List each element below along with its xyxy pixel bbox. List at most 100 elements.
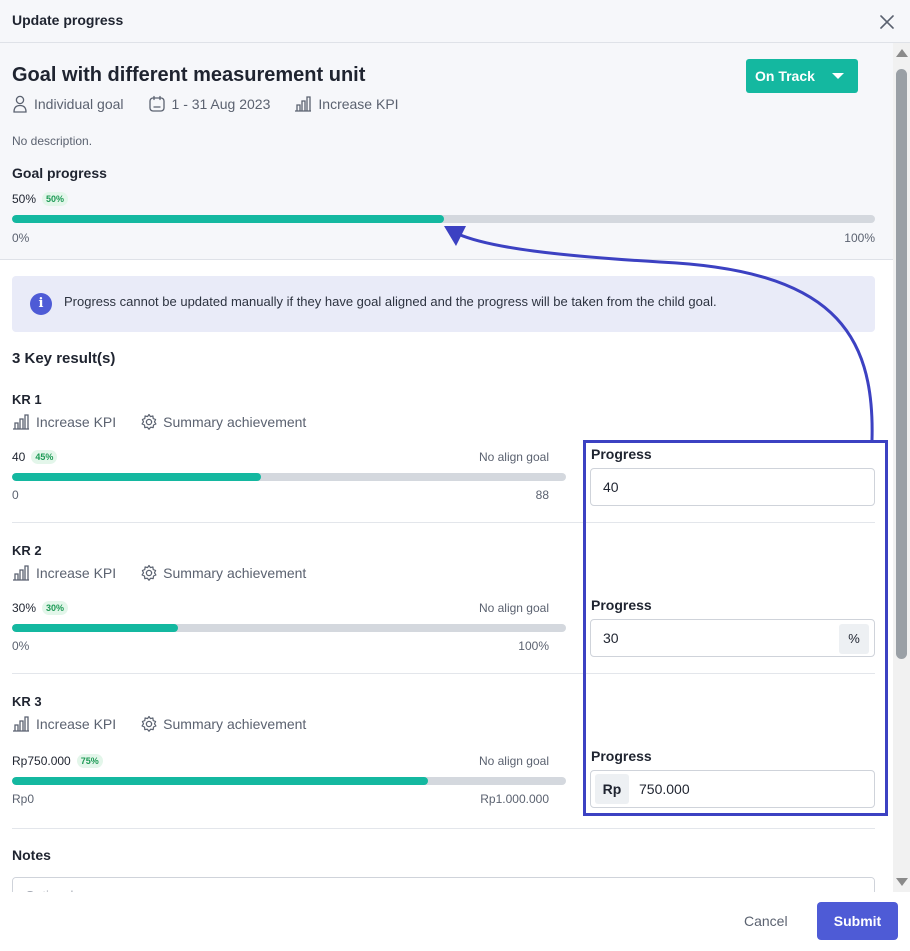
status-label: On Track [755, 68, 815, 84]
kr-range-min: Rp0 [12, 792, 35, 806]
goal-progress-fill [12, 215, 444, 223]
goal-type: Increase KPI [294, 96, 399, 112]
cancel-button[interactable]: Cancel [744, 913, 788, 929]
goal-progress-value: 50% 50% [12, 192, 69, 206]
kr-summary-label: Summary achievement [163, 414, 307, 430]
kr2-progress-field[interactable] [591, 620, 874, 656]
kr-type-label: Increase KPI [36, 565, 117, 581]
goal-owner-label: Individual goal [34, 96, 124, 112]
goal-description: No description. [12, 134, 93, 148]
kr-progress-label: Progress [591, 446, 652, 462]
kr-range-min: 0% [12, 639, 30, 653]
kr-percent-badge: 30% [42, 601, 69, 615]
close-icon[interactable] [878, 13, 896, 31]
scroll-down-arrow-icon[interactable] [896, 878, 908, 886]
kr-type-label: Increase KPI [36, 414, 117, 430]
goal-type-label: Increase KPI [318, 96, 399, 112]
calendar-icon [148, 95, 165, 112]
divider [12, 673, 875, 674]
info-banner: i Progress cannot be updated manually if… [12, 276, 875, 332]
kr-percent-badge: 75% [76, 754, 103, 768]
info-icon: i [30, 293, 52, 315]
goal-owner: Individual goal [12, 95, 124, 113]
kr-value: 30% 30% [12, 601, 69, 615]
kr-progress-fill [12, 777, 428, 785]
kr-meta: Increase KPI Summary achievement [12, 564, 330, 582]
kr-summary: Summary achievement [140, 564, 306, 582]
kr-summary-label: Summary achievement [163, 716, 307, 732]
goal-meta: Individual goal 1 - 31 Aug 2023 Increase… [12, 95, 423, 113]
kr-progress-fill [12, 624, 179, 632]
kr-align-status: No align goal [478, 601, 549, 615]
notes-label: Notes [12, 847, 51, 863]
kr-progress-label: Progress [591, 597, 652, 613]
kr-summary: Summary achievement [140, 413, 306, 431]
kr-progress-fill [12, 473, 262, 481]
kr-type: Increase KPI [12, 716, 116, 732]
goal-value: 50% [12, 192, 37, 206]
bar-chart-icon [13, 565, 29, 581]
kr-current-value: 30% [12, 601, 37, 615]
kr-meta: Increase KPI Summary achievement [12, 715, 330, 733]
info-text: Progress cannot be updated manually if t… [64, 294, 717, 309]
kr-progress-bar [12, 777, 566, 785]
kr-progress-bar [12, 473, 566, 481]
kr-value: 40 45% [12, 450, 58, 464]
kr-align-status: No align goal [478, 754, 549, 768]
kr-range-max: Rp1.000.000 [480, 792, 549, 806]
goal-range-min: 0% [12, 231, 30, 245]
kr-summary-label: Summary achievement [163, 565, 307, 581]
currency-prefix: Rp [595, 774, 629, 804]
gear-icon [141, 715, 157, 732]
goal-progress-heading: Goal progress [12, 165, 107, 181]
bar-chart-icon [13, 414, 29, 430]
kr3-progress-input[interactable]: Rp [590, 770, 875, 808]
goal-progress-bar [12, 215, 875, 223]
kr2-progress-input[interactable]: % [590, 619, 875, 657]
kr-type-label: Increase KPI [36, 716, 117, 732]
kr-name: KR 2 [12, 543, 42, 558]
goal-percent-badge: 50% [42, 192, 69, 206]
kr3-progress-field[interactable] [629, 771, 874, 807]
scroll-thumb[interactable] [896, 69, 907, 659]
status-dropdown[interactable]: On Track [746, 59, 858, 93]
goal-title: Goal with different measurement unit [12, 64, 366, 86]
kr1-progress-input[interactable] [590, 468, 875, 506]
goal-period: 1 - 31 Aug 2023 [148, 95, 271, 113]
divider [12, 522, 875, 523]
kr-type: Increase KPI [12, 414, 116, 430]
kr-percent-badge: 45% [31, 450, 58, 464]
kr-current-value: Rp750.000 [12, 754, 71, 768]
kr-value: Rp750.000 75% [12, 754, 103, 768]
goal-period-label: 1 - 31 Aug 2023 [171, 96, 271, 112]
kr-range-min: 0 [12, 488, 19, 502]
goal-range-max: 100% [844, 231, 875, 245]
kr-progress-label: Progress [591, 748, 652, 764]
kr-type: Increase KPI [12, 565, 116, 581]
scroll-up-arrow-icon[interactable] [896, 49, 908, 57]
kr-range-max: 100% [518, 639, 549, 653]
key-results-heading: 3 Key result(s) [12, 350, 116, 367]
kr-name: KR 1 [12, 392, 42, 407]
submit-button[interactable]: Submit [817, 902, 898, 940]
modal-title: Update progress [12, 12, 124, 28]
gear-icon [141, 413, 157, 430]
kr-range-max: 88 [535, 488, 549, 502]
kr-align-status: No align goal [478, 450, 549, 464]
chevron-down-icon [832, 73, 844, 79]
kr-current-value: 40 [12, 450, 26, 464]
modal-header: Update progress [0, 0, 910, 43]
kr-progress-bar [12, 624, 566, 632]
kr1-progress-field[interactable] [591, 469, 874, 505]
kr-summary: Summary achievement [140, 715, 306, 733]
person-icon [13, 95, 27, 113]
kr-name: KR 3 [12, 694, 42, 709]
modal-footer: Cancel Submit [0, 892, 910, 951]
kr-meta: Increase KPI Summary achievement [12, 413, 330, 431]
bar-chart-icon [13, 716, 29, 732]
percent-unit-suffix: % [839, 624, 869, 654]
scrollbar[interactable] [893, 43, 910, 892]
goal-summary: Goal with different measurement unit On … [0, 43, 893, 260]
gear-icon [141, 564, 157, 581]
bar-chart-icon [295, 96, 312, 112]
